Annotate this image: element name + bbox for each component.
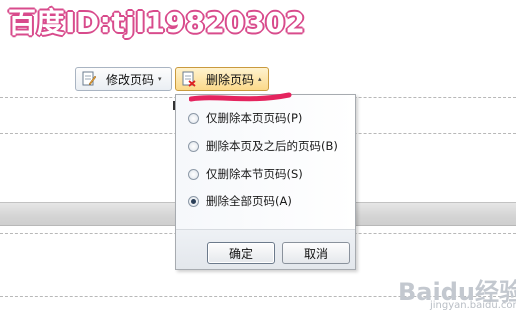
- highlight-stroke: [189, 92, 292, 102]
- logo-url: jingyan.baidu.com: [430, 300, 516, 311]
- option-delete-section[interactable]: 仅删除本节页码(S): [188, 165, 303, 183]
- chevron-up-icon: ▴: [258, 75, 262, 83]
- modify-page-number-button[interactable]: 修改页码 ▾: [75, 67, 172, 91]
- radio-icon[interactable]: [188, 168, 199, 180]
- option-delete-current-and-following[interactable]: 删除本页及之后的页码(B): [188, 137, 338, 155]
- radio-icon[interactable]: [188, 112, 199, 124]
- radio-icon[interactable]: [188, 140, 199, 152]
- edit-page-icon: [82, 71, 96, 87]
- option-delete-all[interactable]: 删除全部页码(A): [188, 192, 292, 210]
- popup-footer: 确定 取消: [176, 230, 355, 269]
- cancel-button[interactable]: 取消: [282, 242, 350, 264]
- modify-page-number-label: 修改页码: [106, 72, 155, 87]
- option-label: 删除本页及之后的页码(B): [206, 139, 338, 153]
- watermark-text: 百度ID:tjl19820302: [8, 6, 306, 39]
- option-label: 仅删除本页页码(P): [206, 111, 303, 125]
- radio-selected-icon[interactable]: [188, 195, 199, 207]
- delete-page-icon: [182, 71, 196, 87]
- option-label: 删除全部页码(A): [206, 194, 292, 208]
- delete-page-number-label: 删除页码: [206, 72, 255, 87]
- option-label: 仅删除本节页码(S): [206, 167, 303, 181]
- chevron-down-icon: ▾: [158, 75, 162, 83]
- delete-page-number-button[interactable]: 删除页码 ▴: [175, 67, 269, 91]
- delete-page-number-popup: 仅删除本页页码(P) 删除本页及之后的页码(B) 仅删除本节页码(S) 删除全部…: [175, 94, 356, 270]
- option-delete-current-page[interactable]: 仅删除本页页码(P): [188, 109, 302, 127]
- ok-button[interactable]: 确定: [207, 242, 275, 264]
